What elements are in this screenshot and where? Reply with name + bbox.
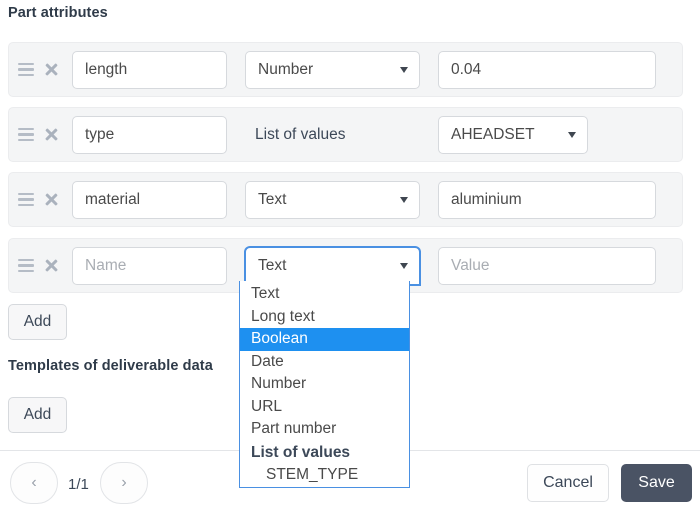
attribute-value-input[interactable] (438, 51, 656, 89)
chevron-right-icon: › (121, 474, 126, 492)
add-attribute-button[interactable]: Add (8, 304, 67, 340)
drag-handle-icon[interactable] (18, 257, 36, 275)
attribute-type-select[interactable]: Text (245, 181, 420, 219)
attribute-value-input[interactable] (438, 247, 656, 285)
attribute-name-input[interactable] (72, 181, 227, 219)
attribute-type-select[interactable]: Number (245, 51, 420, 89)
add-template-button[interactable]: Add (8, 397, 67, 433)
remove-attribute-icon[interactable] (43, 191, 60, 208)
drag-handle-icon[interactable] (18, 61, 36, 79)
chevron-down-icon (400, 197, 408, 203)
dropdown-option[interactable]: Long text (240, 306, 409, 329)
templates-section-title: Templates of deliverable data (8, 358, 213, 374)
table-row[interactable]: Number (8, 42, 683, 97)
dropdown-option[interactable]: Date (240, 351, 409, 374)
attribute-type-label: List of values (255, 126, 420, 144)
dropdown-option[interactable]: Boolean (240, 328, 409, 351)
part-attributes-dialog: Part attributes Number List of values AH… (0, 0, 700, 512)
next-page-button[interactable]: › (100, 462, 148, 504)
list-of-values-label: AHEADSET (451, 126, 535, 144)
drag-handle-icon[interactable] (18, 126, 36, 144)
attribute-name-input[interactable] (72, 51, 227, 89)
page-indicator: 1/1 (68, 476, 89, 493)
table-row[interactable]: Text (8, 172, 683, 227)
attribute-value-input[interactable] (438, 181, 656, 219)
chevron-down-icon (568, 132, 576, 138)
remove-attribute-icon[interactable] (43, 126, 60, 143)
attribute-type-select-open[interactable]: Text (245, 247, 420, 285)
dropdown-group-label: List of values (240, 441, 409, 464)
chevron-left-icon: ‹ (31, 474, 36, 492)
page-title: Part attributes (8, 5, 108, 21)
dropdown-option[interactable]: Part number (240, 418, 409, 441)
chevron-down-icon (400, 263, 408, 269)
attribute-type-dropdown-list[interactable]: TextLong textBooleanDateNumberURLPart nu… (239, 281, 410, 488)
attribute-type-label: Number (258, 61, 313, 79)
attribute-type-label: Text (258, 191, 286, 209)
dropdown-option[interactable]: URL (240, 396, 409, 419)
cancel-button[interactable]: Cancel (527, 464, 609, 502)
dropdown-option[interactable]: Text (240, 283, 409, 306)
drag-handle-icon[interactable] (18, 191, 36, 209)
remove-attribute-icon[interactable] (43, 61, 60, 78)
previous-page-button[interactable]: ‹ (10, 462, 58, 504)
attribute-name-input[interactable] (72, 116, 227, 154)
save-button[interactable]: Save (621, 464, 692, 502)
dropdown-option[interactable]: STEM_TYPE (240, 464, 409, 487)
attribute-name-input[interactable] (72, 247, 227, 285)
chevron-down-icon (400, 67, 408, 73)
list-of-values-select[interactable]: AHEADSET (438, 116, 588, 154)
attribute-type-label: Text (258, 257, 286, 275)
dropdown-option[interactable]: Number (240, 373, 409, 396)
table-row[interactable]: List of values AHEADSET (8, 107, 683, 162)
remove-attribute-icon[interactable] (43, 257, 60, 274)
